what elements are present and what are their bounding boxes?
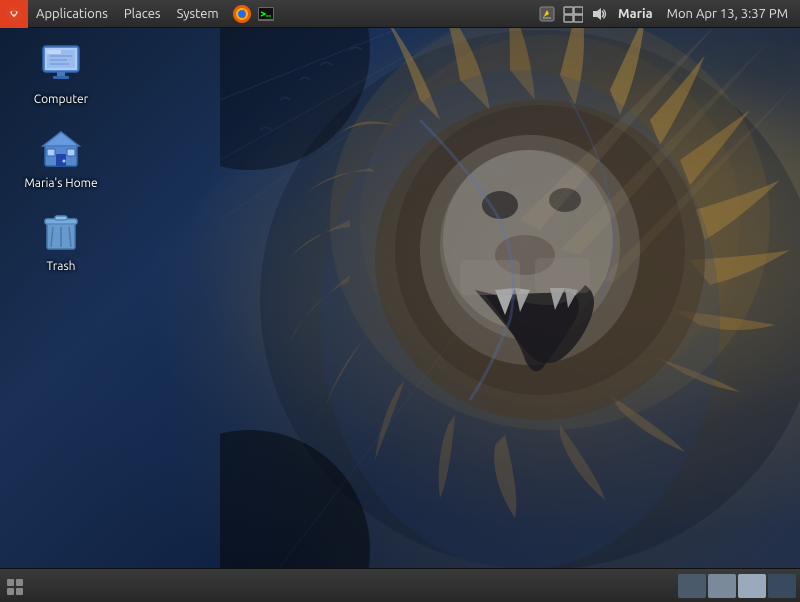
top-panel: Applications Places System — [0, 0, 800, 28]
edit-icon[interactable] — [536, 3, 558, 25]
places-menu[interactable]: Places — [116, 0, 169, 28]
home-icon-item[interactable]: Maria's Home — [16, 120, 106, 196]
workspace-btn-1[interactable] — [678, 574, 706, 598]
trash-icon-item[interactable]: Trash — [16, 203, 106, 279]
display-icon[interactable] — [562, 3, 584, 25]
workspace-btn-3[interactable] — [738, 574, 766, 598]
home-icon-label: Maria's Home — [24, 176, 97, 192]
wallpaper-lion — [220, 20, 800, 580]
desktop-icons-area: Computer Maria's Home — [16, 36, 106, 279]
panel-clock: Mon Apr 13, 3:37 PM — [661, 7, 794, 21]
desktop: Applications Places System — [0, 0, 800, 602]
computer-icon-label: Computer — [34, 92, 88, 108]
panel-username[interactable]: Maria — [614, 7, 657, 21]
bottom-left-icon[interactable] — [0, 569, 30, 602]
computer-icon-item[interactable]: Computer — [16, 36, 106, 112]
terminal-icon[interactable] — [255, 3, 277, 25]
home-icon-image — [37, 124, 85, 172]
applications-menu[interactable]: Applications — [28, 0, 116, 28]
panel-left: Applications Places System — [0, 0, 536, 28]
gnome-logo-button[interactable] — [0, 0, 28, 28]
trash-icon-label: Trash — [46, 259, 75, 275]
bottom-right-buttons — [678, 574, 800, 598]
firefox-icon[interactable] — [231, 3, 253, 25]
panel-right: Maria Mon Apr 13, 3:37 PM — [536, 3, 800, 25]
volume-icon[interactable] — [588, 3, 610, 25]
computer-icon-image — [37, 40, 85, 88]
trash-icon-image — [37, 207, 85, 255]
workspace-btn-2[interactable] — [708, 574, 736, 598]
system-menu[interactable]: System — [169, 0, 227, 28]
workspace-btn-4[interactable] — [768, 574, 796, 598]
bottom-panel — [0, 568, 800, 602]
